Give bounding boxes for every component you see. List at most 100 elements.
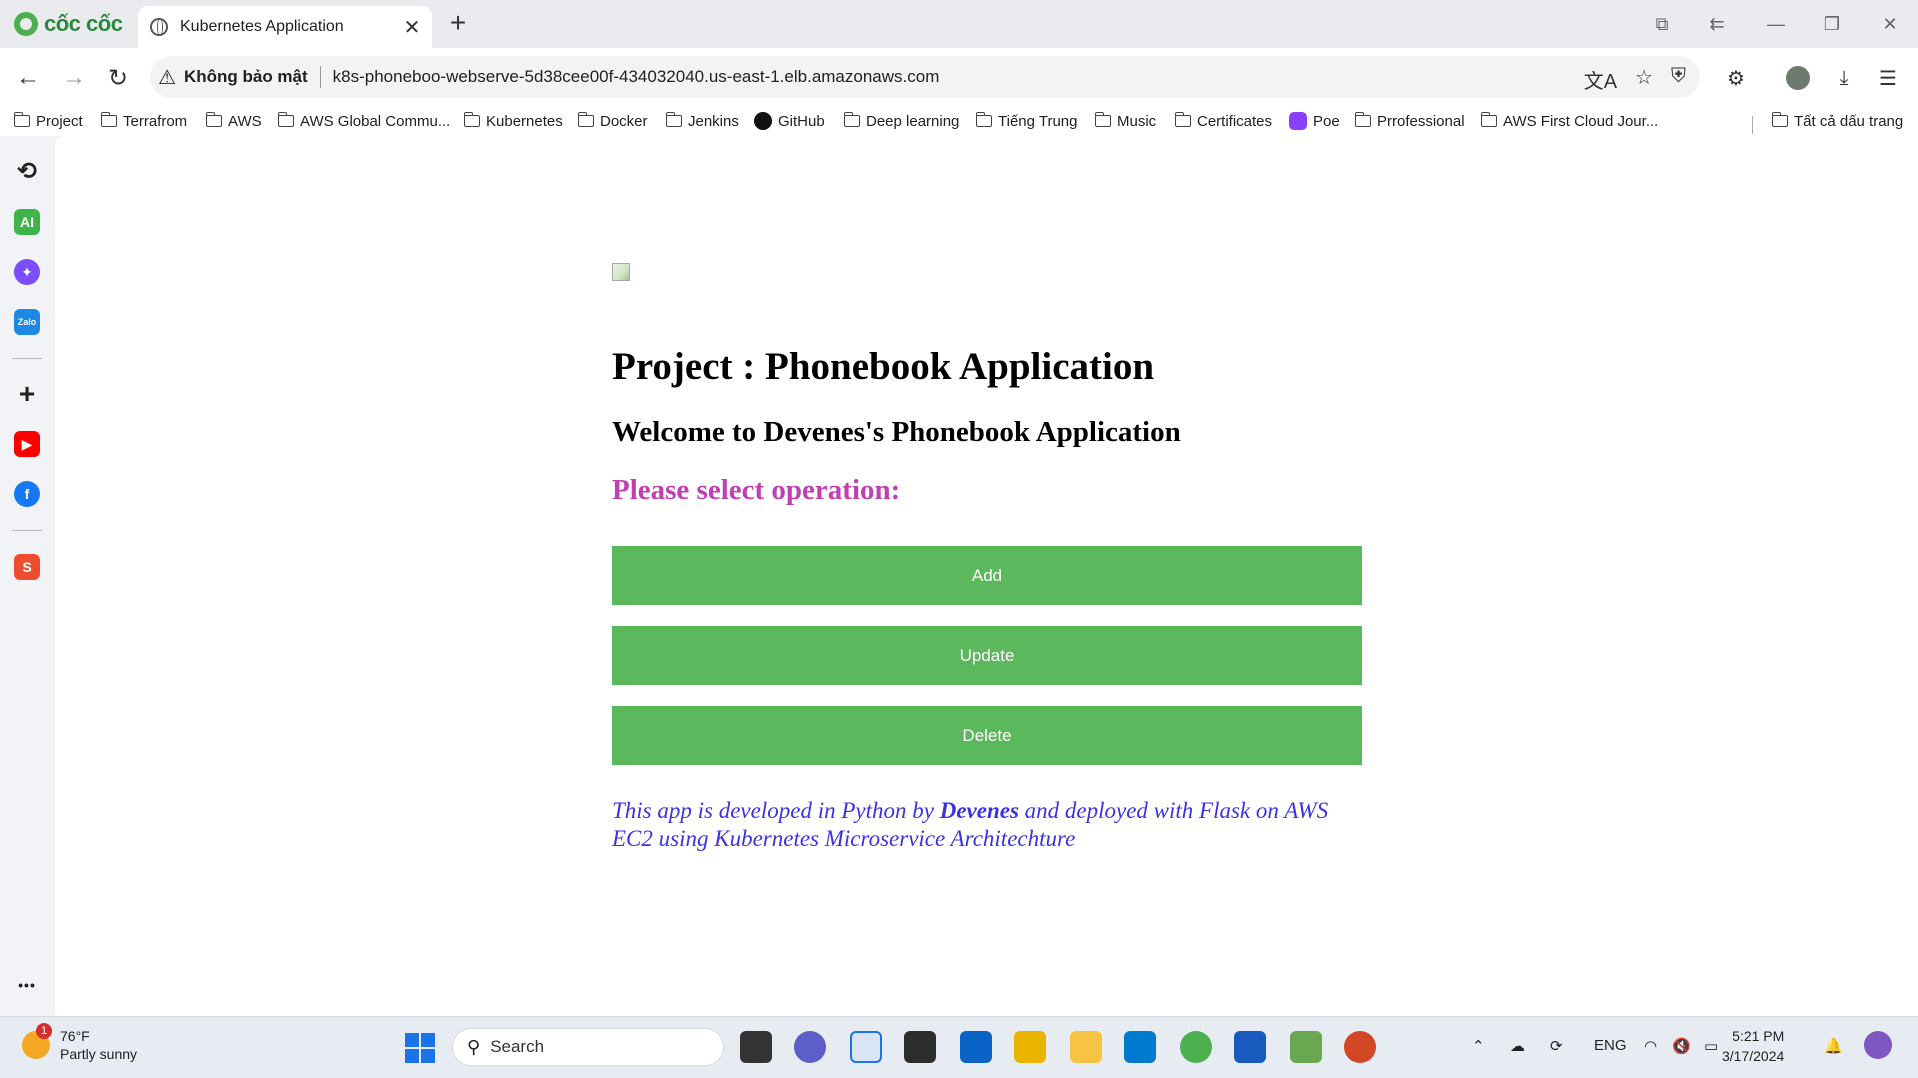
task-view-icon[interactable] — [740, 1031, 772, 1063]
active-tab[interactable]: Kubernetes Application ✕ — [138, 6, 432, 48]
windows-logo-pane — [421, 1049, 435, 1063]
bookmark-deep-learning[interactable]: Deep learning — [843, 110, 959, 132]
bookmark-star-icon[interactable]: ☆ — [1635, 65, 1653, 94]
translate-icon[interactable]: 文A — [1584, 65, 1617, 94]
zalo-icon[interactable]: Zalo — [14, 309, 40, 335]
bookmark-terrafrom[interactable]: Terrafrom — [100, 110, 188, 132]
add-sidebar-app-icon[interactable]: + — [14, 378, 40, 409]
volume-muted-icon[interactable]: 🔇 — [1672, 1037, 1691, 1055]
menu-icon[interactable]: ☰ — [1872, 62, 1904, 94]
shield-icon[interactable]: ⛨ — [1671, 65, 1686, 94]
language-indicator[interactable]: ENG — [1594, 1037, 1627, 1054]
bookmark-certificates[interactable]: Certificates — [1174, 110, 1273, 132]
profile-avatar[interactable] — [1782, 62, 1814, 94]
bookmark-aws[interactable]: AWS — [205, 110, 262, 132]
address-bar[interactable]: ⚠ Không bảo mật k8s-phoneboo-webserve-5d… — [150, 56, 1700, 98]
omnibox-actions: 文A ☆ ⛨ — [1584, 65, 1686, 94]
bookmarks-divider — [1752, 116, 1753, 134]
copilot-icon[interactable] — [1864, 1031, 1892, 1059]
history-icon[interactable]: ⟲ — [14, 158, 40, 185]
windows-logo-pane — [405, 1049, 419, 1063]
bookmark-aws-global[interactable]: AWS Global Commu... — [277, 110, 450, 132]
forward-button[interactable]: → — [58, 62, 90, 94]
weather-widget[interactable]: 1 76°F Partly sunny — [22, 1023, 137, 1063]
bookmark-github[interactable]: GitHub — [754, 110, 825, 132]
sync-icon[interactable]: ⟳ — [1550, 1037, 1563, 1055]
taskbar-search[interactable]: ⚲ Search — [452, 1028, 724, 1066]
more-icon[interactable]: ••• — [14, 972, 40, 998]
folder-icon — [975, 112, 992, 127]
bookmark-label: Prrofessional — [1377, 112, 1465, 130]
restore-window-button[interactable]: ❐ — [1812, 10, 1852, 38]
bookmark-label: Docker — [600, 112, 648, 130]
partly-sunny-icon: 1 — [22, 1023, 52, 1059]
add-button[interactable]: Add — [612, 546, 1362, 605]
sidebar-divider — [12, 530, 42, 531]
security-status[interactable]: Không bảo mật — [184, 67, 308, 87]
messenger-icon[interactable]: ✦ — [14, 259, 40, 285]
bookmark-label: Tiếng Trung — [998, 112, 1078, 130]
browser-logo[interactable]: cốc cốc — [14, 10, 123, 38]
bookmark-label: Certificates — [1197, 112, 1273, 130]
bookmark-poe[interactable]: Poe — [1289, 110, 1340, 132]
word-icon[interactable] — [1234, 1031, 1266, 1063]
temperature: 76°F — [60, 1028, 90, 1044]
new-tab-button[interactable]: + — [444, 9, 472, 38]
bookmark-docker[interactable]: Docker — [577, 110, 648, 132]
bookmark-prrofessional[interactable]: Prrofessional — [1354, 110, 1465, 132]
bookmark-music[interactable]: Music — [1094, 110, 1156, 132]
weather-text: 76°F Partly sunny — [60, 1027, 137, 1063]
operation-prompt: Please select operation: — [612, 474, 901, 506]
close-window-button[interactable]: ✕ — [1870, 10, 1910, 38]
powerpoint-icon[interactable] — [1344, 1031, 1376, 1063]
delete-button[interactable]: Delete — [612, 706, 1362, 765]
file-explorer-icon[interactable] — [1070, 1031, 1102, 1063]
ai-assistant-icon[interactable]: AI — [14, 209, 40, 235]
zalo-label: Zalo — [17, 317, 37, 327]
warning-icon[interactable]: ⚠ — [158, 65, 176, 90]
snipping-tool-icon[interactable] — [850, 1031, 882, 1063]
minimize-window-button[interactable]: — — [1756, 10, 1796, 38]
reload-button[interactable]: ↻ — [102, 62, 134, 94]
bookmark-aws-first-cloud[interactable]: AWS First Cloud Jour... — [1480, 110, 1658, 132]
all-bookmarks-label: Tất cả dấu trang — [1794, 112, 1904, 130]
bookmark-tieng-trung[interactable]: Tiếng Trung — [975, 110, 1078, 132]
page-viewport: Project : Phonebook Application Welcome … — [55, 136, 1918, 1016]
terminal-icon[interactable] — [904, 1031, 936, 1063]
bookmark-jenkins[interactable]: Jenkins — [665, 110, 739, 132]
start-button[interactable] — [405, 1033, 435, 1063]
update-button[interactable]: Update — [612, 626, 1362, 685]
url-text[interactable]: k8s-phoneboo-webserve-5d38cee00f-4340320… — [333, 67, 940, 87]
chart-app-icon[interactable] — [1290, 1031, 1322, 1063]
vscode-icon[interactable] — [1124, 1031, 1156, 1063]
folder-icon — [1771, 112, 1788, 127]
mail-icon[interactable] — [960, 1031, 992, 1063]
onedrive-icon[interactable]: ☁ — [1510, 1037, 1525, 1055]
bookmark-kubernetes[interactable]: Kubernetes — [463, 110, 563, 132]
all-bookmarks[interactable]: Tất cả dấu trang — [1771, 110, 1904, 132]
notification-bell-icon[interactable]: 🔔 — [1824, 1037, 1843, 1055]
bookmark-project[interactable]: Project — [13, 110, 83, 132]
back-tabs-icon[interactable]: ⇇ — [1697, 10, 1737, 38]
coccoc-taskbar-icon[interactable] — [1180, 1031, 1212, 1063]
battery-icon[interactable]: ▭ — [1704, 1037, 1718, 1055]
close-tab-icon[interactable]: ✕ — [400, 15, 424, 39]
clock[interactable]: 5:21 PM 3/17/2024 — [1722, 1026, 1784, 1066]
network-app-icon[interactable] — [1014, 1031, 1046, 1063]
date: 3/17/2024 — [1722, 1048, 1785, 1064]
youtube-icon[interactable]: ▶ — [14, 431, 40, 457]
folder-icon — [277, 112, 294, 127]
shopee-icon[interactable]: S — [14, 554, 40, 580]
folder-icon — [665, 112, 682, 127]
folder-icon — [1174, 112, 1191, 127]
wifi-icon[interactable]: ◠ — [1644, 1037, 1657, 1055]
facebook-icon[interactable]: f — [14, 481, 40, 507]
download-icon[interactable]: ⤓ — [1828, 62, 1860, 94]
bookmark-label: Terrafrom — [123, 112, 188, 130]
back-button[interactable]: ← — [12, 62, 44, 94]
extensions-icon[interactable]: ⚙ — [1720, 62, 1752, 94]
search-tabs-icon[interactable]: ⧉ — [1642, 10, 1682, 38]
show-hidden-icons[interactable]: ⌃ — [1472, 1037, 1485, 1055]
teams-chat-icon[interactable] — [794, 1031, 826, 1063]
folder-icon — [1094, 112, 1111, 127]
